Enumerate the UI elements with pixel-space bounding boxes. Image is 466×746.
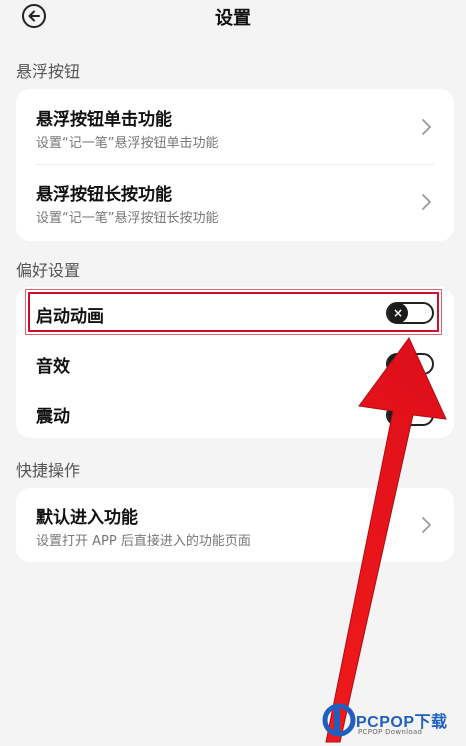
red-arrow-icon	[325, 337, 447, 743]
watermark: PCPOP下载 PCPOP Download	[322, 702, 464, 742]
pcpop-logo-icon	[322, 703, 356, 737]
settings-screen: 设置 悬浮按钮 悬浮按钮单击功能 设置“记一笔”悬浮按钮单击功能 悬浮按钮长按功…	[0, 0, 466, 746]
watermark-sub: PCPOP Download	[358, 728, 423, 736]
